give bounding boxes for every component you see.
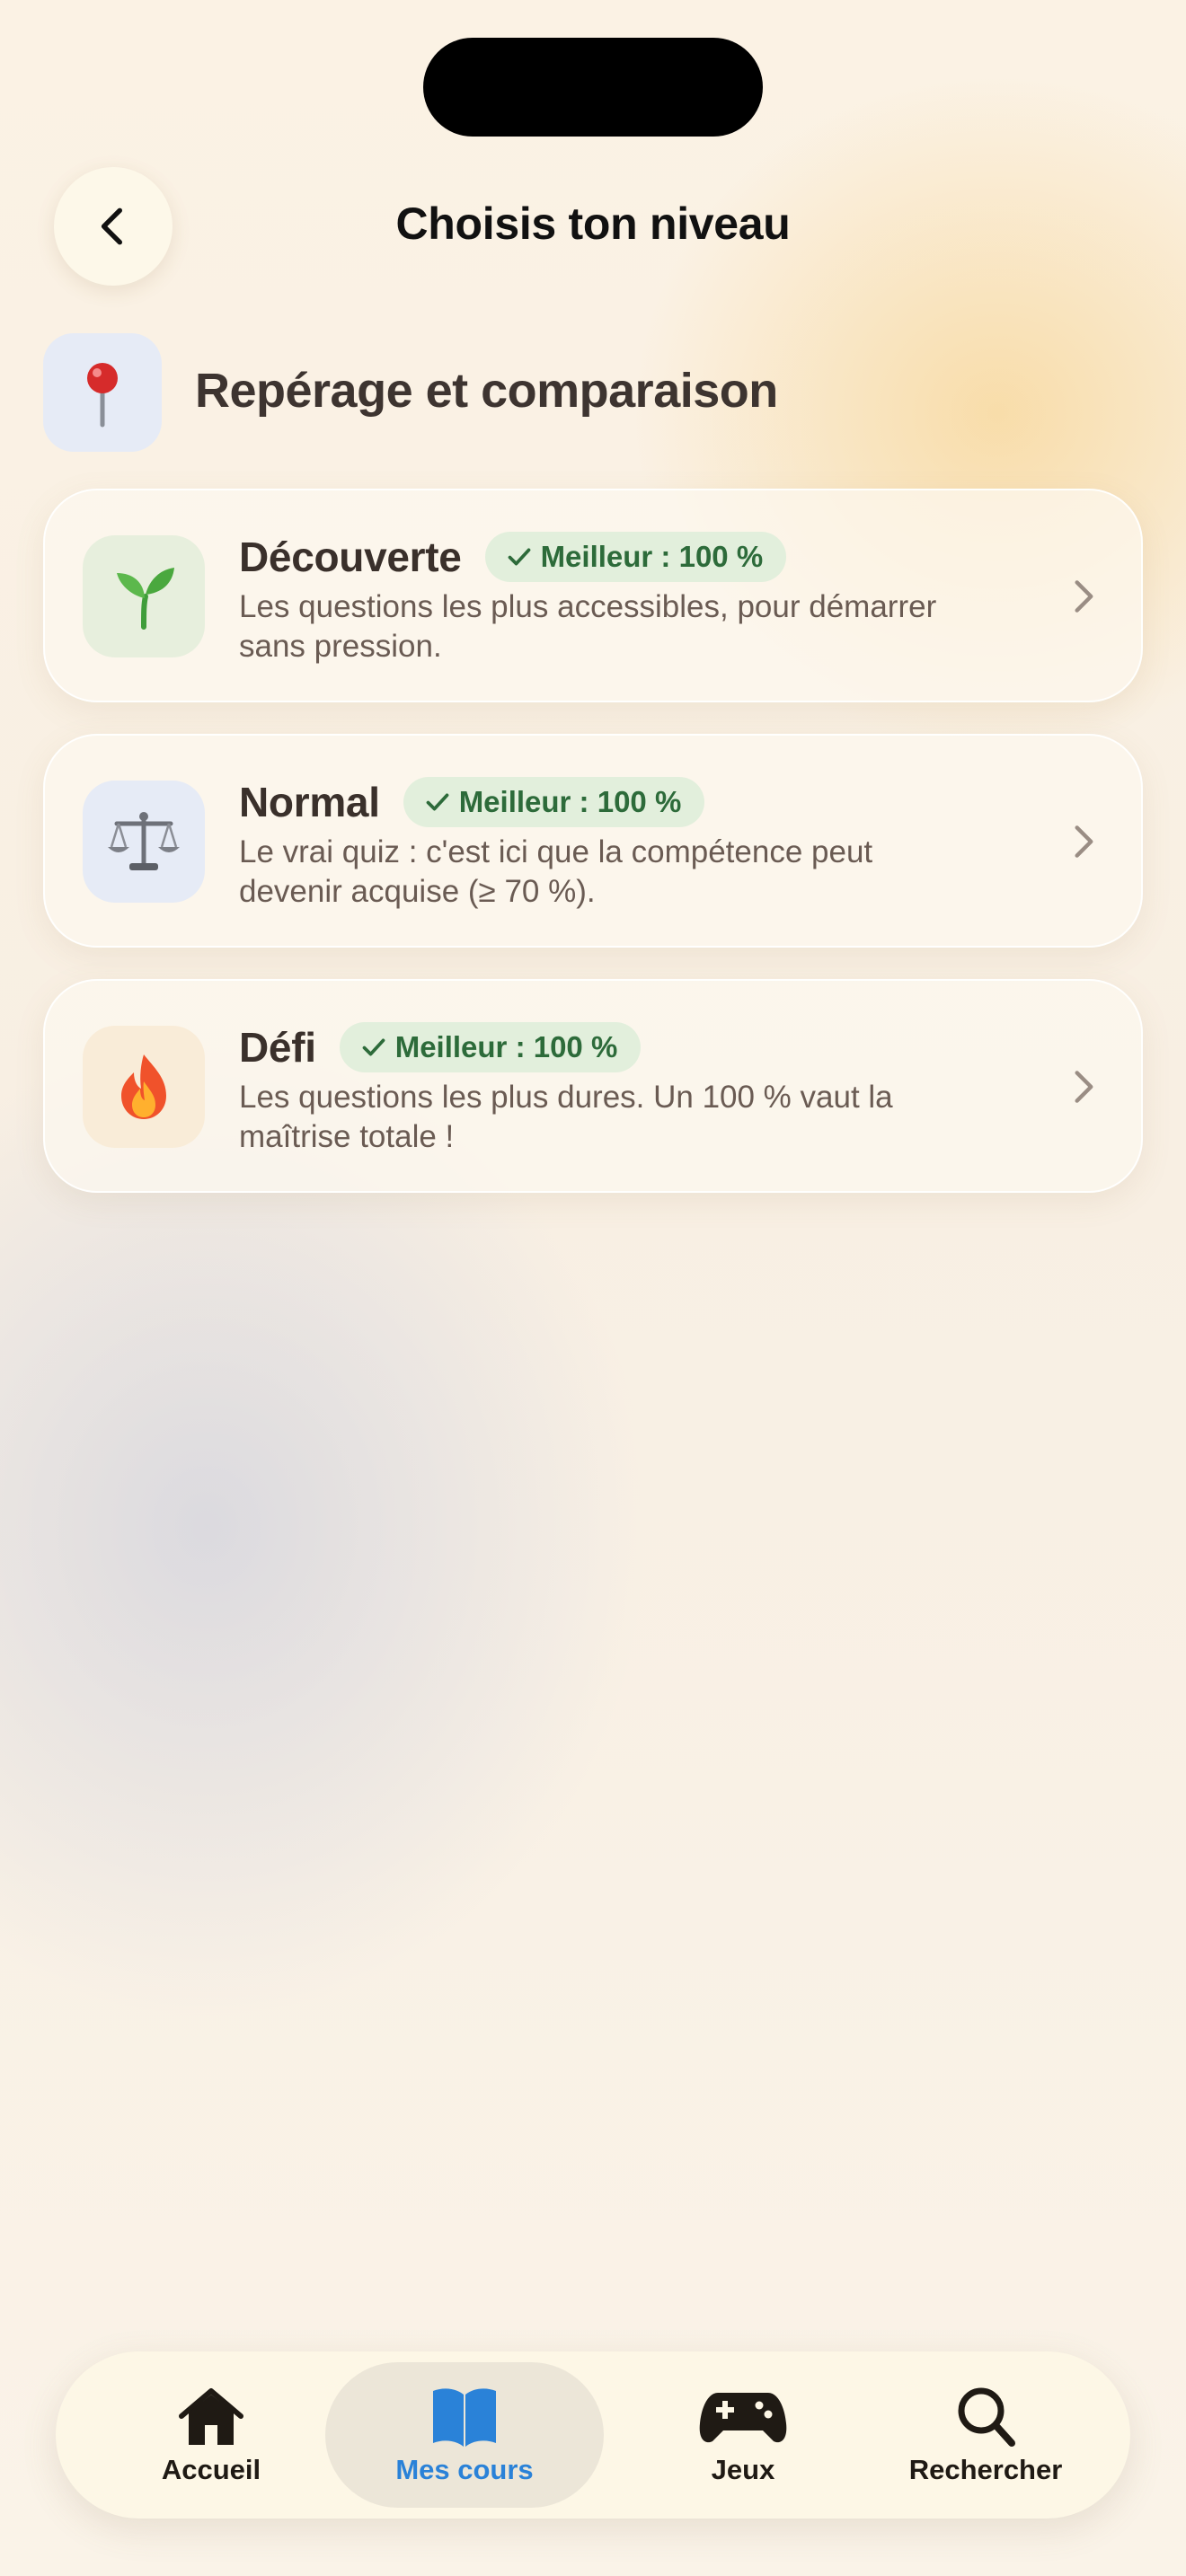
best-score-badge: Meilleur : 100 % [339,1022,642,1072]
tab-label: Jeux [711,2454,775,2485]
tab-jeux[interactable]: Jeux [631,2362,855,2508]
checkmark-icon [362,1038,385,1056]
level-name: Normal [239,779,380,825]
section-title: Repérage et comparaison [195,364,778,418]
house-icon [179,2388,243,2445]
chevron-right-icon [1075,825,1093,858]
tab-label: Rechercher [908,2454,1063,2485]
tab-label: Accueil [161,2454,261,2485]
checkmark-icon [426,793,449,811]
checkmark-icon [508,548,530,566]
level-description: Les questions les plus accessibles, pour… [239,589,937,664]
seedling-icon [117,568,174,630]
book-icon [433,2388,496,2447]
tab-bar: Accueil Mes cours Jeux Rechercher [56,2351,1130,2519]
fire-icon [121,1054,166,1119]
tab-label: Mes cours [395,2454,534,2485]
level-name: Découverte [239,534,462,580]
best-score-badge: Meilleur : 100 % [484,532,787,582]
chevron-right-icon [1075,580,1093,613]
level-card-decouverte[interactable]: Découverte Meilleur : 100 % Les question… [43,489,1143,702]
level-card-normal[interactable]: Normal Meilleur : 100 % Le vrai quiz : c… [43,734,1143,948]
balance-scale-icon [108,812,180,870]
section-icon-tile [43,333,162,452]
pushpin-icon [87,363,118,428]
back-button[interactable] [54,167,173,286]
dynamic-island [423,38,763,137]
chevron-right-icon [1075,1071,1093,1103]
chevron-left-icon [101,207,123,245]
tab-accueil[interactable]: Accueil [92,2362,331,2508]
level-card-defi[interactable]: Défi Meilleur : 100 % Les questions les … [43,979,1143,1193]
best-score-text: Meilleur : 100 % [394,1030,618,1063]
level-icon-tile [83,781,205,903]
page-title: Choisis ton niveau [395,198,791,249]
tab-rechercher[interactable]: Rechercher [864,2362,1107,2508]
level-description: Les questions les plus dures. Un 100 % v… [239,1080,893,1154]
best-score-text: Meilleur : 100 % [540,540,764,573]
search-icon [958,2387,1015,2447]
gamepad-icon [699,2393,787,2443]
tab-mes-cours[interactable]: Mes cours [325,2362,604,2508]
level-name: Défi [239,1024,316,1071]
level-icon-tile [83,535,205,657]
level-icon-tile [83,1026,205,1148]
best-score-badge: Meilleur : 100 % [403,777,705,827]
level-description: Le vrai quiz : c'est ici que la compéten… [239,834,873,909]
best-score-text: Meilleur : 100 % [458,785,682,818]
